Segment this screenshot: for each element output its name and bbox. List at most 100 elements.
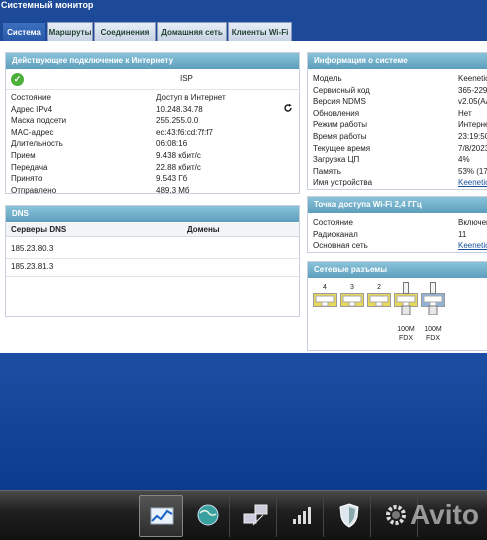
sysinfo-row-value: 4% <box>458 155 470 165</box>
shield-icon <box>339 503 359 528</box>
tab-bar: Система Маршруты Соединения Домашняя сет… <box>0 12 487 41</box>
sysinfo-row-value: 365-229 <box>458 85 487 95</box>
sysinfo-row-label: Текущее время <box>313 143 371 153</box>
sysinfo-row-label: Режим работы <box>313 120 368 130</box>
sysinfo-row-value: 23:19:50 <box>458 132 487 141</box>
sysinfo-row-value: 53% (17 <box>458 166 487 176</box>
sysinfo-row-label: Версия NDMS <box>313 97 366 107</box>
dns-panel-title: DNS <box>6 206 299 222</box>
internet-row-label: Прием <box>11 151 36 160</box>
dns-col-servers: Серверы DNS <box>11 225 67 234</box>
sysinfo-panel-title: Информация о системе <box>308 53 487 69</box>
dns-server-row: 185.23.81.3 <box>11 262 54 271</box>
port-number: 2 <box>377 284 381 291</box>
internet-row-value: 9.438 кбит/с <box>156 151 201 160</box>
ethernet-port-icon <box>340 293 364 317</box>
signal-icon <box>293 507 311 524</box>
network-icon <box>243 504 268 526</box>
internet-panel: Действующее подключение к Интернету ✓ IS… <box>5 52 300 195</box>
internet-row-value: 22.88 кбит/с <box>156 162 201 172</box>
internet-row-label: Отправлено <box>11 185 57 195</box>
sysinfo-row-value: Нет <box>458 108 472 118</box>
sysinfo-panel: Информация о системе Модель Keenetic Серви… <box>307 52 487 190</box>
internet-row-value: 06:08:16 <box>156 139 188 149</box>
refresh-icon[interactable] <box>283 103 293 113</box>
internet-row-label: MAC-адрес <box>11 127 54 137</box>
taskbar-internet-button[interactable] <box>186 495 230 537</box>
port-duplex: FDX <box>426 335 440 342</box>
internet-row-value: 255.255.0.0 <box>156 116 199 126</box>
wifi-row-value[interactable]: Keenetic <box>458 240 487 251</box>
port-speed: 100M <box>397 326 415 333</box>
sysinfo-row-label: Время работы <box>313 132 367 141</box>
port-speed: 100M <box>424 326 442 333</box>
ports-panel: Сетевые разъемы 4321100MFDX0100MFDX <box>307 261 487 351</box>
wifi-row-value: Включен <box>458 218 487 227</box>
sysinfo-row-value[interactable]: Keenetic <box>458 177 487 188</box>
internet-row-label: Длительность <box>11 139 63 149</box>
wifi-panel-title: Точка доступа Wi-Fi 2,4 ГГц <box>308 197 487 213</box>
ports-panel-title: Сетевые разъемы <box>308 262 487 278</box>
connection-name: ISP <box>180 74 193 83</box>
internet-row-value: ec:43:f6:cd:7f:f7 <box>156 127 213 137</box>
sysinfo-row-label: Память <box>313 166 341 176</box>
internet-row-value: 9.543 Гб <box>156 174 188 184</box>
internet-row-value: 489.3 Мб <box>156 185 190 195</box>
tab-connections[interactable]: Соединения <box>94 22 156 41</box>
taskbar-monitor-button[interactable] <box>139 495 183 537</box>
main-content: Действующее подключение к Интернету ✓ IS… <box>0 41 487 353</box>
sysinfo-row-value: Keenetic <box>458 74 487 83</box>
dns-panel: DNS Серверы DNS Домены 185.23.80.3 185.2… <box>5 205 300 317</box>
ethernet-port-icon <box>313 293 337 317</box>
tab-routes[interactable]: Маршруты <box>47 22 93 41</box>
cable-icon <box>403 282 409 294</box>
sysinfo-row-label: Загрузка ЦП <box>313 155 360 165</box>
internet-row-label: Передача <box>11 162 48 172</box>
sysinfo-row-value: Интерне <box>458 120 487 130</box>
ethernet-port-icon <box>367 293 391 317</box>
tab-home-network[interactable]: Домашняя сеть <box>157 22 227 41</box>
watermark-text: Avito <box>410 499 479 530</box>
dns-server-row: 185.23.80.3 <box>11 244 54 253</box>
tab-system[interactable]: Система <box>2 22 46 41</box>
wifi-row-label: Состояние <box>313 218 353 227</box>
port-number: 4 <box>323 284 327 291</box>
divider <box>6 258 299 259</box>
internet-row-value: Доступ в Интернет <box>156 93 226 102</box>
wifi-row-label: Основная сеть <box>313 241 368 251</box>
chart-icon <box>150 507 174 525</box>
sysinfo-row-label: Имя устройства <box>313 178 373 188</box>
port-number: 3 <box>350 284 354 291</box>
internet-panel-title: Действующее подключение к Интернету <box>6 53 299 69</box>
sysinfo-row-label: Сервисный код <box>313 85 370 95</box>
ethernet-port-icon <box>394 293 418 317</box>
wifi-panel: Точка доступа Wi-Fi 2,4 ГГц Состояние Вкл… <box>307 196 487 253</box>
background-area <box>0 353 487 490</box>
tab-wifi-clients[interactable]: Клиенты Wi-Fi <box>228 22 292 41</box>
dns-col-domains: Домены <box>187 225 220 234</box>
taskbar-security-button[interactable] <box>327 495 371 537</box>
taskbar-wifi-button[interactable] <box>280 495 324 537</box>
window-title: Системный монитор <box>0 0 487 12</box>
sysinfo-row-label: Обновления <box>313 108 360 118</box>
internet-row-value: 10.248.34.78 <box>156 104 203 114</box>
divider <box>6 89 299 90</box>
check-icon: ✓ <box>11 73 24 86</box>
internet-row-label: Адрес IPv4 <box>11 104 53 114</box>
ethernet-port-icon <box>421 293 445 317</box>
taskbar-home-network-button[interactable] <box>233 495 277 537</box>
divider <box>6 276 299 277</box>
wifi-row-value: 11 <box>458 229 467 239</box>
dns-table-header: Серверы DNS Домены <box>6 223 299 237</box>
internet-row-label: Состояние <box>11 93 51 102</box>
taskbar: Avito <box>0 490 487 540</box>
port-duplex: FDX <box>399 335 413 342</box>
cable-icon <box>430 282 436 294</box>
sysinfo-row-value: v2.05(AA <box>458 97 487 107</box>
internet-row-label: Принято <box>11 174 43 184</box>
sysinfo-row-value: 7/8/2023 <box>458 143 487 153</box>
globe-icon <box>197 504 219 526</box>
sysinfo-row-label: Модель <box>313 74 342 83</box>
ports-row: 4321100MFDX0100MFDX <box>313 282 463 348</box>
wifi-row-label: Радиоканал <box>313 229 358 239</box>
